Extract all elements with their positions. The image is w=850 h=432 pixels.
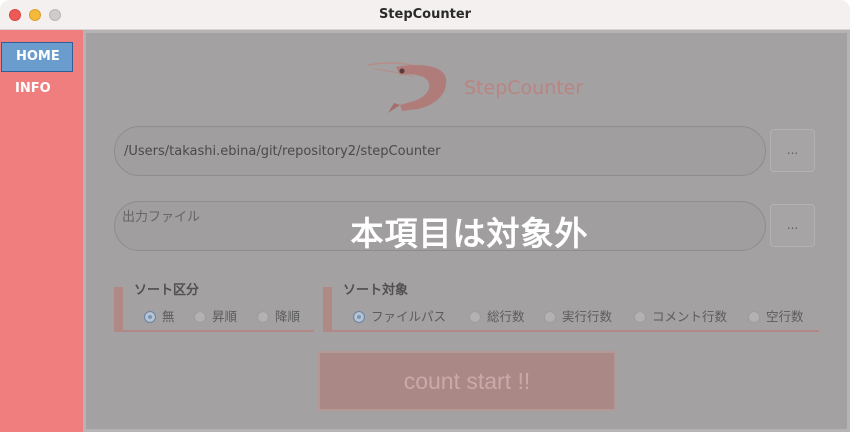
radio-unselected-icon bbox=[748, 311, 760, 323]
sort-target-exec-lines-radio[interactable]: 実行行数 bbox=[544, 306, 612, 325]
window-title: StepCounter bbox=[378, 7, 472, 22]
sort-type-asc-radio[interactable]: 昇順 bbox=[194, 306, 237, 325]
radio-unselected-icon bbox=[469, 311, 481, 323]
app-window: StepCounter HOME INFO StepCounter /Users… bbox=[0, 0, 850, 432]
group-underline bbox=[114, 330, 314, 332]
radio-selected-icon bbox=[144, 311, 156, 323]
sort-target-comment-lines-radio[interactable]: コメント行数 bbox=[634, 306, 727, 325]
source-browse-button[interactable]: ... bbox=[770, 129, 815, 172]
sidebar-item-info[interactable]: INFO bbox=[1, 76, 73, 102]
logo-text: StepCounter bbox=[464, 77, 584, 99]
source-path-field[interactable]: /Users/takashi.ebina/git/repository2/ste… bbox=[114, 126, 766, 176]
sort-type-group: ソート区分 無 昇順 降順 bbox=[114, 279, 314, 332]
sort-target-title: ソート対象 bbox=[343, 283, 409, 298]
not-applicable-notice: 本項目は対象外 bbox=[350, 214, 589, 253]
group-accent-bar bbox=[114, 287, 123, 331]
sort-target-filepath-radio[interactable]: ファイルパス bbox=[353, 306, 446, 325]
radio-unselected-icon bbox=[634, 311, 646, 323]
count-start-button[interactable]: count start !! bbox=[318, 351, 616, 411]
sort-type-title: ソート区分 bbox=[134, 283, 200, 298]
sort-type-none-radio[interactable]: 無 bbox=[144, 306, 175, 325]
sort-target-group: ソート対象 ファイルパス 総行数 実行行数 コメント行数 空行数 bbox=[323, 279, 821, 332]
shrimp-logo-icon bbox=[367, 62, 447, 113]
title-bar: StepCounter bbox=[0, 0, 850, 30]
radio-unselected-icon bbox=[544, 311, 556, 323]
sort-target-blank-lines-radio[interactable]: 空行数 bbox=[748, 306, 804, 325]
radio-selected-icon bbox=[353, 311, 365, 323]
main-panel: StepCounter /Users/takashi.ebina/git/rep… bbox=[83, 30, 850, 432]
sidebar-item-home[interactable]: HOME bbox=[1, 42, 73, 72]
sort-target-total-lines-radio[interactable]: 総行数 bbox=[469, 306, 525, 325]
radio-unselected-icon bbox=[257, 311, 269, 323]
group-underline bbox=[323, 330, 819, 332]
sidebar: HOME INFO bbox=[0, 30, 83, 432]
sort-type-desc-radio[interactable]: 降順 bbox=[257, 306, 300, 325]
group-accent-bar bbox=[323, 287, 332, 331]
radio-unselected-icon bbox=[194, 311, 206, 323]
